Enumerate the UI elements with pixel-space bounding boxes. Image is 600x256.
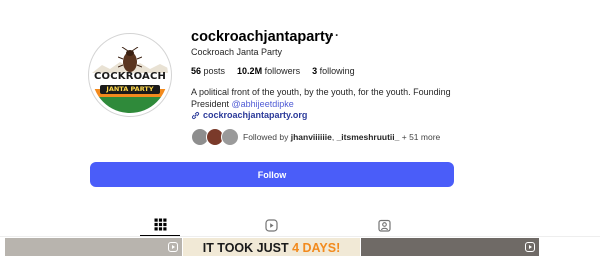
profile-avatar[interactable]: COCKROACH JANTA PARTY [88, 33, 172, 117]
post-text-main: IT TOOK JUST [202, 241, 293, 255]
post-text-highlight: 4 DAYS! [292, 241, 341, 255]
logo-green-stripe [92, 97, 168, 113]
tagged-icon [377, 219, 391, 232]
posts-label: posts [203, 66, 226, 76]
grid-icon [154, 218, 166, 231]
website-link-text: cockroachjantaparty.org [203, 110, 308, 120]
followed-by-suffix: + 51 more [399, 132, 441, 142]
followed-by-text: Followed by jhanviiiiiie, _itsmeshruutii… [243, 132, 440, 142]
reels-icon [264, 218, 278, 232]
profile-full-name: Cockroach Janta Party [191, 47, 283, 57]
profile-stats: 56 posts 10.2M followers 3 following [191, 66, 355, 76]
profile-bio: A political front of the youth, by the y… [191, 87, 461, 110]
follower-avatars [191, 128, 243, 146]
avatar [221, 128, 239, 146]
posts-stat: 56 posts [191, 66, 225, 76]
bio-text: A political front of the youth, by the y… [191, 87, 451, 109]
logo-subtitle: JANTA PARTY [106, 85, 154, 93]
profile-username: cockroachjantaparty [191, 29, 333, 45]
reel-badge-icon [525, 242, 535, 252]
post-caption-overlay: IT TOOK JUST 4 DAYS! [183, 241, 360, 255]
cockroach-icon [118, 47, 142, 72]
post-thumbnail[interactable]: IT TOOK JUST 4 DAYS! [183, 238, 360, 256]
followed-by-prefix: Followed by [243, 132, 291, 142]
posts-count: 56 [191, 66, 202, 76]
followed-by[interactable]: Followed by jhanviiiiiie, _itsmeshruutii… [191, 128, 440, 146]
following-count: 3 [312, 66, 318, 76]
follow-button[interactable]: Follow [90, 162, 454, 187]
followers-stat[interactable]: 10.2M followers [237, 66, 300, 76]
tab-posts[interactable] [140, 214, 180, 236]
following-stat[interactable]: 3 following [312, 66, 355, 76]
bio-mention-link[interactable]: @abhijeetdipke [232, 99, 294, 109]
link-icon [191, 111, 200, 119]
following-label: following [319, 66, 355, 76]
post-thumbnail[interactable] [5, 238, 182, 256]
follower-name-1: jhanviiiiiie [290, 132, 332, 142]
website-link[interactable]: cockroachjantaparty.org [191, 110, 307, 120]
party-logo: COCKROACH JANTA PARTY [92, 37, 168, 113]
post-thumbnail[interactable] [361, 238, 539, 256]
follower-name-2: _itsmeshruutii_ [336, 132, 400, 142]
followers-count: 10.2M [237, 66, 263, 76]
tab-reels[interactable] [251, 214, 291, 236]
reel-badge-icon [168, 242, 178, 252]
tab-tagged[interactable] [364, 214, 404, 236]
logo-title: COCKROACH [94, 71, 167, 82]
followers-label: followers [264, 66, 301, 76]
tab-divider [0, 236, 600, 237]
more-options-icon[interactable]: ··· [326, 28, 340, 42]
